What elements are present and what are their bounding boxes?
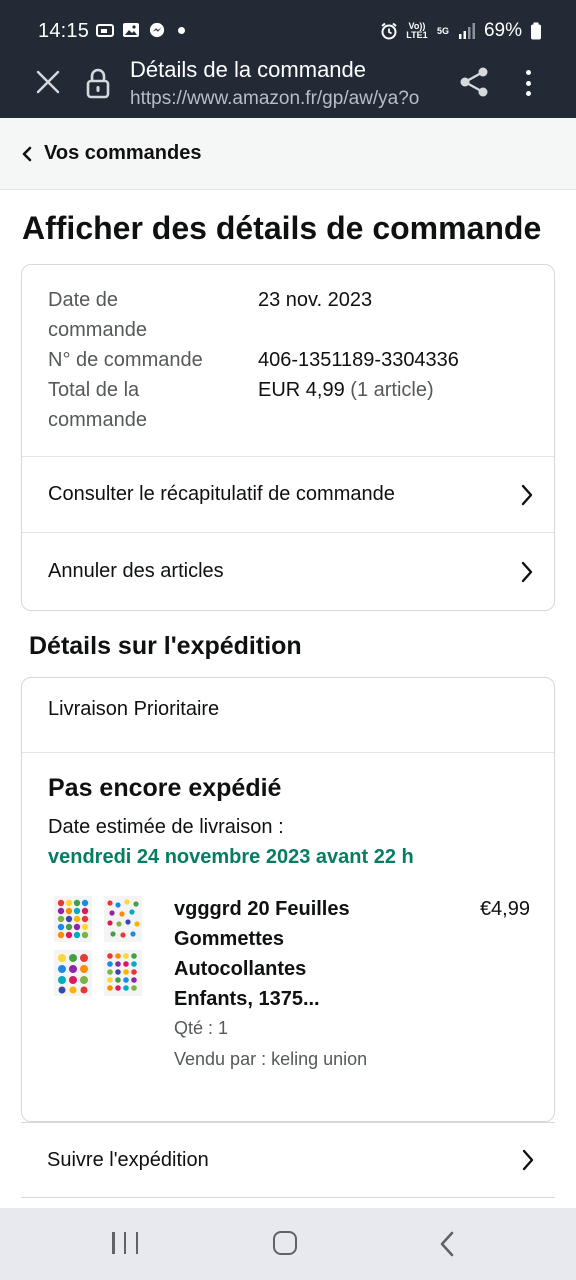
order-date-label: Date de commande xyxy=(48,285,147,345)
order-date-value: 23 nov. 2023 xyxy=(258,289,373,311)
volte-indicator: Vo)) LTE1 xyxy=(406,21,428,40)
order-summary-link[interactable]: Consulter le récapitulatif de commande xyxy=(22,456,554,532)
recents-icon-bar xyxy=(123,1232,127,1254)
order-number-label: N° de commande xyxy=(48,349,203,371)
shipment-card: Livraison Prioritaire Pas encore expédié… xyxy=(21,677,555,1122)
chevron-right-icon xyxy=(521,484,533,505)
page-title: Détails de la commande xyxy=(130,57,367,82)
recents-button[interactable] xyxy=(112,1232,138,1254)
notification-icons xyxy=(96,22,185,38)
main-title: Afficher des détails de commande xyxy=(22,210,542,246)
more-options-button[interactable] xyxy=(516,66,540,100)
track-shipment-link[interactable]: Suivre l'expédition xyxy=(21,1122,555,1198)
order-date-label-line: Date de xyxy=(48,289,119,311)
recents-icon-bar xyxy=(112,1232,115,1254)
order-total-label: Total de la commande xyxy=(48,375,147,435)
messenger-icon xyxy=(149,22,165,38)
product-image[interactable] xyxy=(52,894,148,998)
divider xyxy=(22,752,554,753)
more-options-dot xyxy=(525,70,531,75)
image-notification-icon xyxy=(123,23,139,37)
order-total-label-line: Total de la xyxy=(48,379,140,401)
track-shipment-label[interactable]: Suivre l'expédition xyxy=(47,1149,209,1172)
sim-notification-icon xyxy=(96,24,114,37)
battery-percent: 69% xyxy=(483,20,522,41)
breadcrumb[interactable]: Vos commandes xyxy=(0,118,576,190)
more-options-dot xyxy=(525,91,531,96)
signal-icon xyxy=(458,23,475,39)
chevron-right-icon xyxy=(521,561,533,582)
order-item-count: (1 article) xyxy=(350,379,434,401)
cancel-items-link-label[interactable]: Annuler des articles xyxy=(48,560,224,583)
breadcrumb-label[interactable]: Vos commandes xyxy=(44,142,201,165)
home-button[interactable] xyxy=(273,1231,297,1255)
status-time: 14:15 xyxy=(38,20,90,42)
order-date-label-line: commande xyxy=(48,319,147,341)
back-icon[interactable] xyxy=(438,1230,456,1258)
battery-icon xyxy=(531,22,541,40)
system-status-icons: Vo)) LTE1 5G 69% xyxy=(380,20,542,42)
order-summary-link-label[interactable]: Consulter le récapitulatif de commande xyxy=(48,483,395,506)
product-seller: Vendu par : keling union xyxy=(174,1049,368,1069)
shipping-method: Livraison Prioritaire xyxy=(48,698,220,720)
more-notifications-dot xyxy=(178,26,185,34)
browser-toolbar: 14:15 Vo)) LTE1 5G 69% Détails de la com… xyxy=(0,0,576,118)
order-summary-card: Date de commande 23 nov. 2023 N° de comm… xyxy=(21,264,555,611)
shipping-section-title: Détails sur l'expédition xyxy=(29,632,302,660)
chevron-left-icon xyxy=(22,146,32,161)
product-name[interactable]: vgggrd 20 Feuilles Gommettes Autocollant… xyxy=(174,894,374,1014)
network-5g-indicator: 5G xyxy=(436,25,449,36)
close-tab-button[interactable] xyxy=(32,66,64,98)
recents-icon-bar xyxy=(135,1232,138,1254)
order-number-value: 406-1351189-3304336 xyxy=(258,349,459,371)
delivery-estimate-label: Date estimée de livraison : xyxy=(48,816,284,838)
url-text[interactable]: https://www.amazon.fr/gp/aw/ya?o xyxy=(130,88,438,110)
order-total-amount: EUR 4,99 xyxy=(258,379,345,401)
shipment-status: Pas encore expédié xyxy=(48,774,282,802)
product-quantity: Qté : 1 xyxy=(174,1018,229,1038)
alarm-icon xyxy=(381,22,397,40)
system-navigation-bar xyxy=(0,1208,576,1280)
order-total-value: EUR 4,99 (1 article) xyxy=(258,375,434,405)
close-icon xyxy=(36,70,60,94)
lock-icon[interactable] xyxy=(84,67,112,99)
product-price: €4,99 xyxy=(479,898,530,920)
chevron-right-icon xyxy=(522,1149,534,1171)
share-icon[interactable] xyxy=(456,64,492,100)
cancel-items-link[interactable]: Annuler des articles xyxy=(22,532,554,610)
delivery-estimate-date: vendredi 24 novembre 2023 avant 22 h xyxy=(48,846,414,868)
more-options-dot xyxy=(525,80,531,86)
order-total-label-line: commande xyxy=(48,409,147,431)
